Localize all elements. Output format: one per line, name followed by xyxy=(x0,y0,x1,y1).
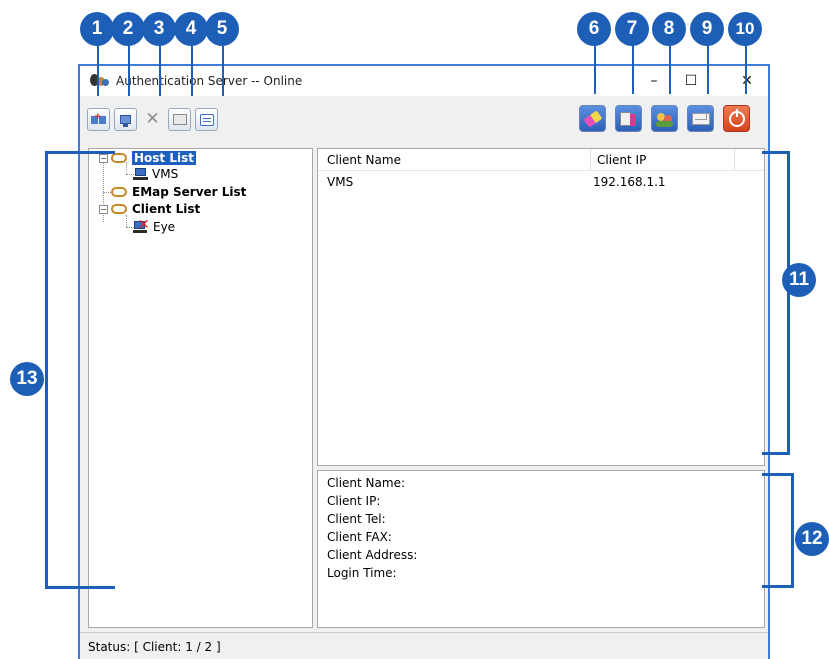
detail-login-time: Login Time: xyxy=(327,566,397,580)
message-button[interactable] xyxy=(195,108,218,131)
detail-client-address: Client Address: xyxy=(327,548,418,562)
message-icon xyxy=(199,113,214,126)
callout-13: 13 xyxy=(10,362,44,396)
callout-5: 5 xyxy=(205,12,239,46)
client-details-panel: Client Name: Client IP: Client Tel: Clie… xyxy=(317,470,765,628)
properties-button[interactable] xyxy=(168,108,191,131)
cell-client-name: VMS xyxy=(327,175,354,189)
callout-4: 4 xyxy=(174,12,208,46)
tree-label-eye: Eye xyxy=(153,220,176,234)
tree-node-vms[interactable]: VMS xyxy=(133,166,178,182)
mail-button[interactable] xyxy=(687,105,714,132)
power-button[interactable] xyxy=(723,105,750,132)
delete-button[interactable]: ✕ xyxy=(141,108,164,131)
settings-button[interactable] xyxy=(615,105,642,132)
settings-icon xyxy=(619,111,638,127)
callout-6: 6 xyxy=(577,12,611,46)
close-button[interactable]: ✕ xyxy=(724,66,770,96)
toolbar: + ✕ xyxy=(80,96,768,148)
add-server-icon xyxy=(118,113,133,127)
title-bar[interactable]: Authentication Server -- Online – ☐ ✕ xyxy=(80,66,768,96)
callout-9: 9 xyxy=(690,12,724,46)
bracket-12 xyxy=(762,473,794,588)
app-icon xyxy=(90,72,110,90)
tree-view[interactable]: − Host List VMS EMap Server List − Clien… xyxy=(88,148,313,628)
callout-12: 12 xyxy=(795,522,829,556)
detail-client-name: Client Name: xyxy=(327,476,405,490)
add-server-button[interactable] xyxy=(114,108,137,131)
bracket-11 xyxy=(762,151,790,455)
users-icon xyxy=(655,111,674,127)
callout-10: 10 xyxy=(728,12,762,46)
add-host-button[interactable]: + xyxy=(87,108,110,131)
application-window: Authentication Server -- Online – ☐ ✕ + … xyxy=(78,64,770,659)
add-host-icon: + xyxy=(91,112,106,126)
detail-client-fax: Client FAX: xyxy=(327,530,392,544)
power-icon xyxy=(728,108,745,127)
table-header: Client Name Client IP xyxy=(318,149,764,171)
callout-8: 8 xyxy=(652,12,686,46)
mail-icon xyxy=(691,112,710,125)
client-list-table[interactable]: Client Name Client IP VMS 192.168.1.1 xyxy=(317,148,765,466)
tree-label-client-list: Client List xyxy=(132,202,201,216)
computer-icon xyxy=(133,167,148,181)
tree-label-host-list: Host List xyxy=(132,151,196,165)
window-title: Authentication Server -- Online xyxy=(116,74,303,88)
column-header-client-ip[interactable]: Client IP xyxy=(597,153,646,167)
column-header-client-name[interactable]: Client Name xyxy=(327,153,401,167)
callout-3: 3 xyxy=(142,12,176,46)
callout-11: 11 xyxy=(782,263,816,297)
tree-label-vms: VMS xyxy=(152,167,179,181)
clear-button[interactable] xyxy=(579,105,606,132)
callout-7: 7 xyxy=(615,12,649,46)
tree-node-emap-server-list[interactable]: EMap Server List xyxy=(111,184,246,200)
detail-client-tel: Client Tel: xyxy=(327,512,386,526)
users-button[interactable] xyxy=(651,105,678,132)
bracket-13 xyxy=(45,151,115,589)
status-text: Status: [ Client: 1 / 2 ] xyxy=(88,640,221,654)
status-bar: Status: [ Client: 1 / 2 ] xyxy=(80,632,768,659)
callout-1: 1 xyxy=(80,12,114,46)
callout-2: 2 xyxy=(111,12,145,46)
table-row[interactable]: VMS 192.168.1.1 xyxy=(318,173,764,191)
tree-node-eye[interactable]: ✕ Eye xyxy=(133,217,176,235)
eraser-icon xyxy=(583,109,602,128)
detail-client-ip: Client IP: xyxy=(327,494,381,508)
cell-client-ip: 192.168.1.1 xyxy=(593,175,666,189)
properties-icon xyxy=(172,114,187,125)
delete-icon: ✕ xyxy=(145,109,160,129)
disconnected-computer-icon: ✕ xyxy=(133,217,150,234)
tree-label-emap-server-list: EMap Server List xyxy=(132,185,247,199)
